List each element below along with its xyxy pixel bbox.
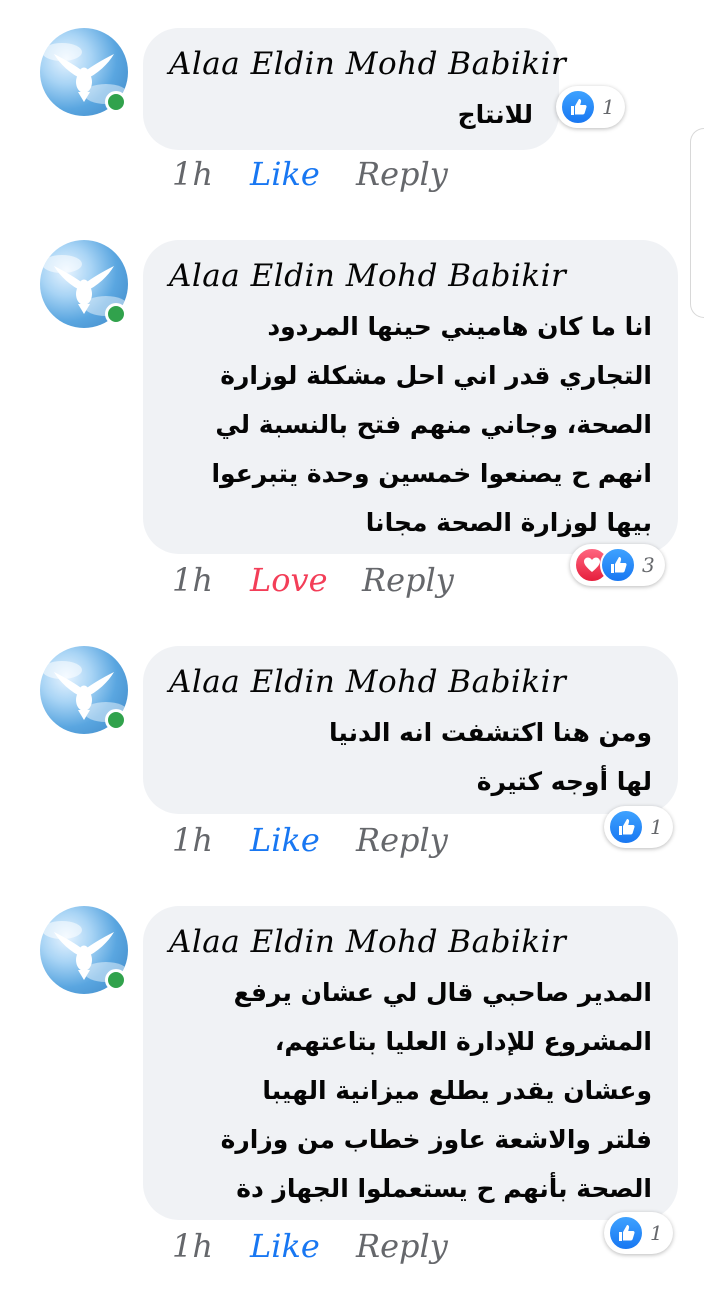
like-button[interactable]: Like: [250, 820, 356, 860]
like-button[interactable]: Like: [250, 1226, 356, 1266]
comment-bubble[interactable]: Alaa Eldin Mohd Babikir انا ما كان هامين…: [143, 240, 678, 554]
comment-text: للانتاج: [457, 100, 533, 129]
timestamp[interactable]: 1h: [172, 560, 250, 600]
comment-text: انا ما كان هاميني حينها المردود التجاري …: [211, 312, 652, 537]
reaction-summary[interactable]: 1: [556, 86, 625, 128]
online-status-dot: [105, 709, 127, 731]
comment-actions: 1h Like Reply: [172, 820, 448, 860]
comment-text: ومن هنا اكتشفت انه الدنيا لها أوجه كتيرة: [329, 718, 652, 796]
comment-bubble[interactable]: Alaa Eldin Mohd Babikir ومن هنا اكتشفت ا…: [143, 646, 678, 814]
reaction-summary[interactable]: 3: [570, 544, 665, 586]
comment-author[interactable]: Alaa Eldin Mohd Babikir: [169, 922, 652, 962]
comment-bubble[interactable]: Alaa Eldin Mohd Babikir للانتاج: [143, 28, 566, 150]
reply-button[interactable]: Reply: [356, 154, 448, 194]
reaction-count: 1: [650, 1221, 663, 1245]
reaction-summary[interactable]: 1: [604, 806, 673, 848]
comment-author[interactable]: Alaa Eldin Mohd Babikir: [169, 44, 566, 84]
comment-text: المدير صاحبي قال لي عشان يرفع المشروع لل…: [220, 978, 652, 1203]
timestamp[interactable]: 1h: [172, 820, 250, 860]
online-status-dot: [105, 969, 127, 991]
reaction-count: 1: [650, 815, 663, 839]
comment-bubble[interactable]: Alaa Eldin Mohd Babikir المدير صاحبي قال…: [143, 906, 678, 1220]
thumbs-up-icon: [560, 89, 596, 125]
scrollbar[interactable]: [690, 128, 704, 318]
thumbs-up-icon: [600, 547, 636, 583]
online-status-dot: [105, 91, 127, 113]
online-status-dot: [105, 303, 127, 325]
like-button[interactable]: Like: [250, 154, 356, 194]
comment-author[interactable]: Alaa Eldin Mohd Babikir: [169, 662, 652, 702]
comment-actions: 1h Love Reply: [172, 560, 454, 600]
thumbs-up-icon: [608, 809, 644, 845]
comment-actions: 1h Like Reply: [172, 1226, 448, 1266]
comment-actions: 1h Like Reply: [172, 154, 448, 194]
reaction-summary[interactable]: 1: [604, 1212, 673, 1254]
timestamp[interactable]: 1h: [172, 154, 250, 194]
reaction-count: 3: [642, 553, 655, 577]
thumbs-up-icon: [608, 1215, 644, 1251]
reply-button[interactable]: Reply: [356, 820, 448, 860]
reaction-count: 1: [602, 95, 615, 119]
reply-button[interactable]: Reply: [356, 1226, 448, 1266]
timestamp[interactable]: 1h: [172, 1226, 250, 1266]
reply-button[interactable]: Reply: [362, 560, 454, 600]
comment-author[interactable]: Alaa Eldin Mohd Babikir: [169, 256, 652, 296]
love-button[interactable]: Love: [250, 560, 362, 600]
